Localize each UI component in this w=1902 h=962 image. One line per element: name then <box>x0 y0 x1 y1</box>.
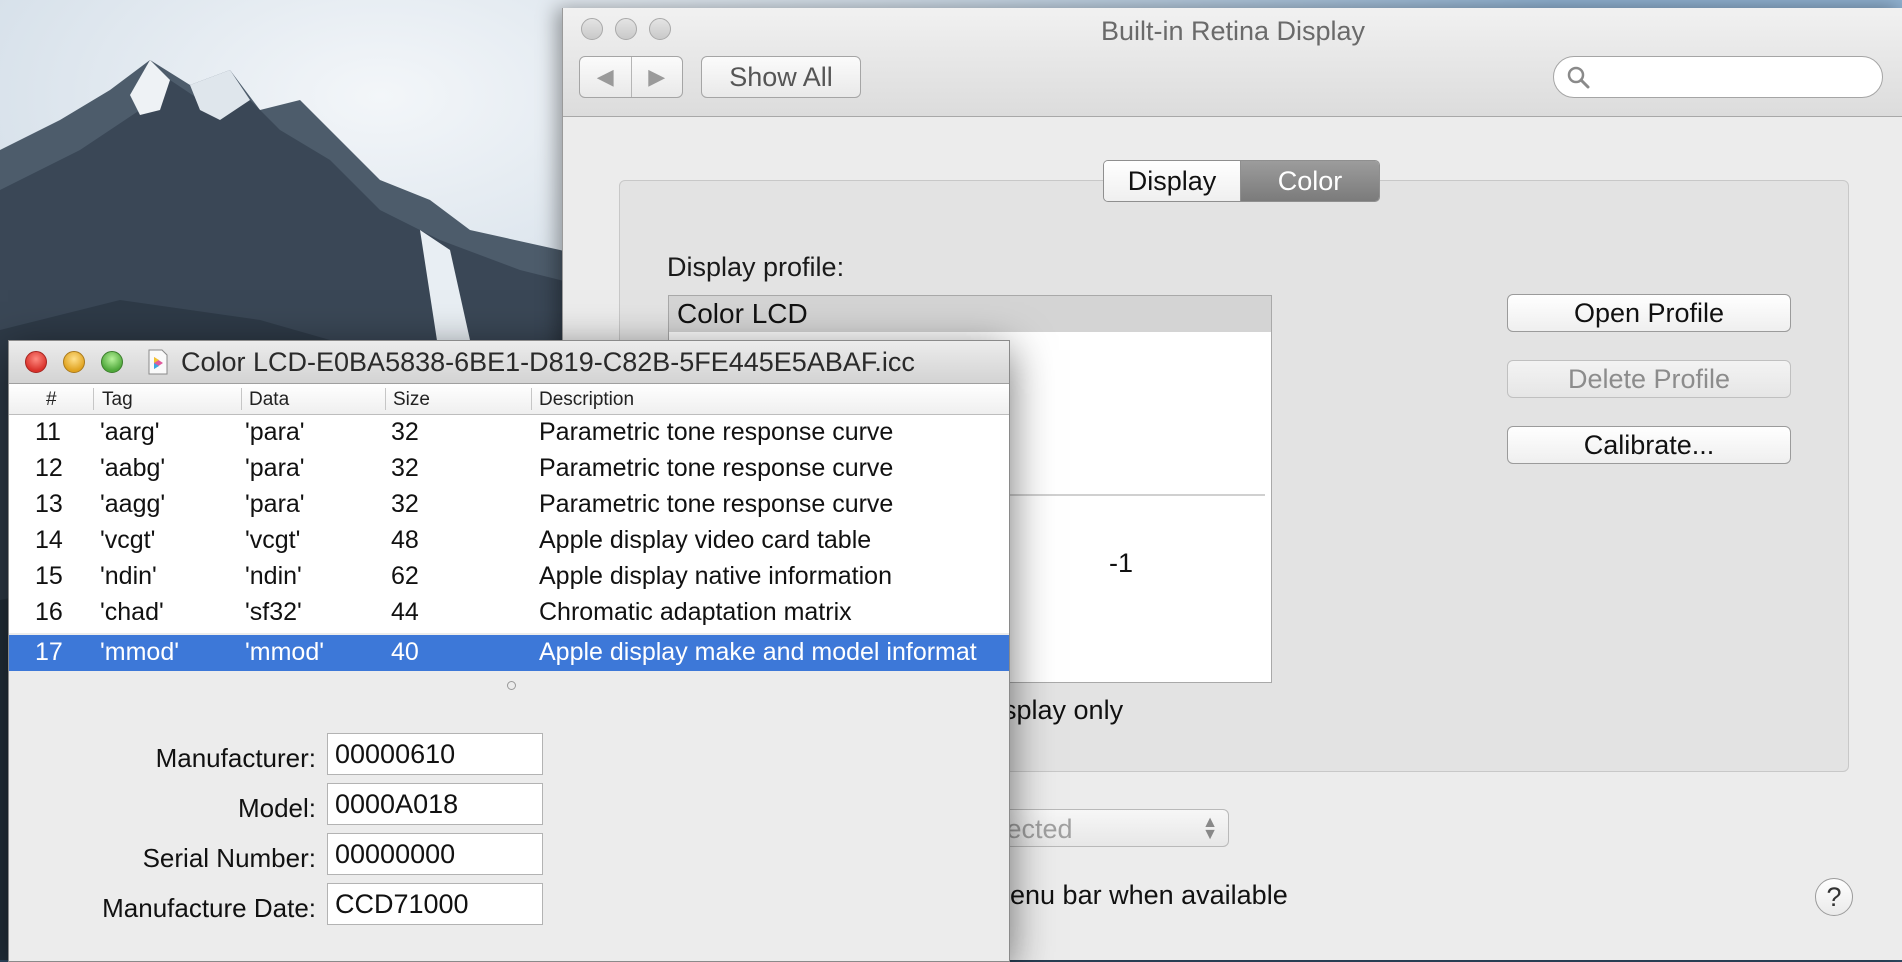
search-field[interactable] <box>1553 56 1883 98</box>
row-number: 13 <box>35 490 63 518</box>
show-profiles-checkbox-label[interactable]: splay only <box>1003 695 1123 726</box>
row-tag: 'aabg' <box>100 454 166 482</box>
column-header-description[interactable]: Description <box>539 389 634 411</box>
column-header-data[interactable]: Data <box>249 389 289 411</box>
detected-popup[interactable]: etected ▲ ▼ <box>983 809 1229 847</box>
row-number: 12 <box>35 454 63 482</box>
calibrate-button[interactable]: Calibrate... <box>1507 426 1791 464</box>
row-description: Apple display video card table <box>539 526 872 554</box>
row-tag: 'chad' <box>100 598 164 626</box>
row-description: Chromatic adaptation matrix <box>539 598 852 626</box>
icc-titlebar: Color LCD-E0BA5838-6BE1-D819-C82B-5FE445… <box>9 341 1009 384</box>
row-tag: 'vcgt' <box>100 526 156 554</box>
row-description: Parametric tone response curve <box>539 490 894 518</box>
tab-display[interactable]: Display <box>1104 161 1241 201</box>
tag-table[interactable]: 11 'aarg' 'para' 32 Parametric tone resp… <box>9 415 1009 633</box>
back-arrow-icon[interactable]: ◀ <box>580 57 632 97</box>
row-number: 11 <box>35 418 61 446</box>
row-data: 'para' <box>245 418 305 446</box>
zoom-button[interactable] <box>101 351 123 373</box>
serial-number-field[interactable]: 00000000 <box>327 833 543 875</box>
column-separator <box>93 388 94 410</box>
table-row[interactable]: 14 'vcgt' 'vcgt' 48 Apple display video … <box>9 523 1009 559</box>
popup-arrows-icon: ▲ ▼ <box>1202 814 1218 843</box>
column-separator <box>531 388 532 410</box>
tag-table-header: # Tag Data Size Description <box>9 384 1009 415</box>
manufacture-date-label: Manufacture Date: <box>102 893 316 923</box>
row-data: 'para' <box>245 490 305 518</box>
manufacturer-label: Manufacturer: <box>155 743 316 773</box>
row-size: 48 <box>391 526 419 554</box>
column-header-tag[interactable]: Tag <box>102 389 133 411</box>
row-data: 'vcgt' <box>245 526 301 554</box>
search-icon <box>1567 66 1590 89</box>
column-header-size[interactable]: Size <box>393 389 430 411</box>
table-row-selected[interactable]: 17 'mmod' 'mmod' 40 Apple display make a… <box>9 635 1009 671</box>
delete-profile-button[interactable]: Delete Profile <box>1507 360 1791 398</box>
row-data: 'sf32' <box>245 598 302 626</box>
profile-item-partial[interactable]: -1 <box>1109 548 1133 579</box>
manufacture-date-field[interactable]: CCD71000 <box>327 883 543 925</box>
table-row[interactable]: 13 'aagg' 'para' 32 Parametric tone resp… <box>9 487 1009 523</box>
profile-item-color-lcd[interactable]: Color LCD <box>669 296 1271 332</box>
icc-document-icon <box>148 349 168 375</box>
row-size: 32 <box>391 418 419 446</box>
table-row[interactable]: 16 'chad' 'sf32' 44 Chromatic adaptation… <box>9 595 1009 631</box>
nav-back-forward: ◀ ▶ <box>579 56 683 98</box>
table-row[interactable]: 12 'aabg' 'para' 32 Parametric tone resp… <box>9 451 1009 487</box>
split-view-handle[interactable] <box>507 681 516 690</box>
row-size: 44 <box>391 598 419 626</box>
serial-number-label: Serial Number: <box>142 843 316 873</box>
row-description: Apple display native information <box>539 562 892 590</box>
open-profile-button[interactable]: Open Profile <box>1507 294 1791 332</box>
model-field[interactable]: 0000A018 <box>327 783 543 825</box>
tab-color[interactable]: Color <box>1241 161 1379 201</box>
column-header-number[interactable]: # <box>46 389 57 411</box>
display-profile-label: Display profile: <box>667 252 845 282</box>
prefs-titlebar: Built-in Retina Display ◀ ▶ Show All <box>563 8 1902 117</box>
table-row[interactable]: 11 'aarg' 'para' 32 Parametric tone resp… <box>9 415 1009 451</box>
row-description: Parametric tone response curve <box>539 454 894 482</box>
close-button[interactable] <box>25 351 47 373</box>
icc-window-title: Color LCD-E0BA5838-6BE1-D819-C82B-5FE445… <box>181 347 915 377</box>
column-separator <box>385 388 386 410</box>
show-all-button[interactable]: Show All <box>701 56 861 98</box>
row-description: Apple display make and model informat <box>539 638 977 666</box>
row-size: 32 <box>391 454 419 482</box>
row-data: 'mmod' <box>245 638 325 666</box>
row-size: 32 <box>391 490 419 518</box>
show-mirroring-checkbox-label[interactable]: e menu bar when available <box>965 880 1288 911</box>
tab-control: Display Color <box>1103 160 1380 202</box>
row-number: 16 <box>35 598 63 626</box>
row-number: 15 <box>35 562 63 590</box>
row-tag: 'ndin' <box>100 562 157 590</box>
row-data: 'para' <box>245 454 305 482</box>
row-description: Parametric tone response curve <box>539 418 894 446</box>
table-row[interactable]: 15 'ndin' 'ndin' 62 Apple display native… <box>9 559 1009 595</box>
row-size: 40 <box>391 638 419 666</box>
icc-profile-window: Color LCD-E0BA5838-6BE1-D819-C82B-5FE445… <box>8 340 1010 962</box>
help-button[interactable]: ? <box>1815 878 1853 916</box>
row-data: 'ndin' <box>245 562 302 590</box>
row-number: 14 <box>35 526 63 554</box>
column-separator <box>241 388 242 410</box>
row-size: 62 <box>391 562 419 590</box>
row-tag: 'mmod' <box>100 638 180 666</box>
model-label: Model: <box>237 793 316 823</box>
row-tag: 'aagg' <box>100 490 166 518</box>
window-title: Built-in Retina Display <box>1100 16 1366 46</box>
row-number: 17 <box>35 638 63 666</box>
forward-arrow-icon[interactable]: ▶ <box>632 57 683 97</box>
minimize-button[interactable] <box>63 351 85 373</box>
manufacturer-field[interactable]: 00000610 <box>327 733 543 775</box>
row-tag: 'aarg' <box>100 418 160 446</box>
